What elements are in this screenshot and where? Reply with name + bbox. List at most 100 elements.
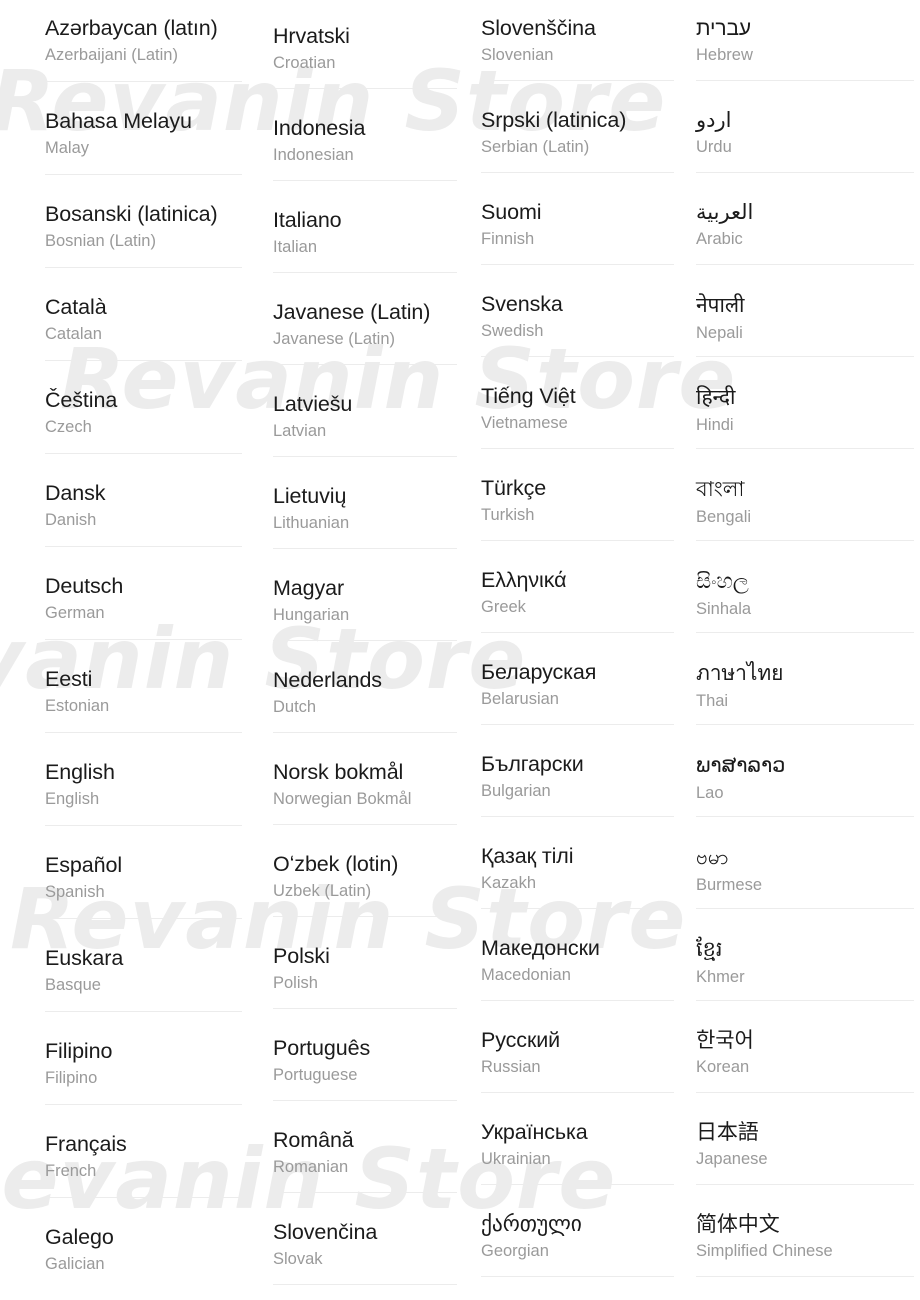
language-english-name: Catalan [45,325,102,343]
language-english-name: Lithuanian [273,514,350,532]
language-native-name: Javanese (Latin) [273,300,431,324]
language-list-item[interactable]: 日本語 Japanese [696,1093,914,1185]
language-list-item[interactable]: ქართული Georgian [481,1185,674,1277]
language-native-name: Galego [45,1225,114,1249]
language-english-name: Khmer [696,968,745,986]
language-native-name: Tiếng Việt [481,384,576,408]
language-native-name: Català [45,295,107,319]
language-list-item[interactable]: Euskara Basque [45,919,242,1012]
language-list-item[interactable]: Oʻzbek (lotin) Uzbek (Latin) [273,825,457,917]
language-list-item[interactable]: Беларуская Belarusian [481,633,674,725]
language-native-name: Srpski (latinica) [481,108,627,132]
language-list-item[interactable]: বাংলা Bengali [696,449,914,541]
language-list-item[interactable]: Türkçe Turkish [481,449,674,541]
language-native-name: اردو [696,109,732,132]
language-native-name: Български [481,752,584,776]
language-native-name: සිංහල [696,570,749,593]
language-english-name: Japanese [696,1150,768,1168]
language-native-name: Suomi [481,200,542,224]
language-english-name: Bengali [696,508,752,526]
language-list-item[interactable]: Bahasa Melayu Malay [45,82,242,175]
language-english-name: Romanian [273,1158,349,1176]
language-list-item[interactable]: Català Catalan [45,268,242,361]
language-list: Azərbaycan (latın) Azerbaijani (Latin) Bah… [0,0,920,1300]
language-english-name: Ukrainian [481,1150,551,1168]
language-list-item[interactable]: Italiano Italian [273,181,457,273]
language-list-item[interactable]: 简体中文 Simplified Chinese [696,1185,914,1277]
language-list-item[interactable]: Ελληνικά Greek [481,541,674,633]
language-list-item[interactable]: العربية Arabic [696,173,914,265]
language-native-name: ภาษาไทย [696,662,784,685]
language-english-name: Simplified Chinese [696,1242,833,1260]
language-list-item[interactable]: Srpski (latinica) Serbian (Latin) [481,81,674,173]
language-list-item[interactable]: Português Portuguese [273,1009,457,1101]
language-list-item[interactable]: Қазақ тілі Kazakh [481,817,674,909]
language-list-item[interactable]: Slovenčina Slovak [273,1193,457,1285]
language-english-name: Korean [696,1058,750,1076]
language-list-item[interactable]: Bosanski (latinica) Bosnian (Latin) [45,175,242,268]
language-english-name: Russian [481,1058,541,1076]
language-list-item[interactable]: Español Spanish [45,826,242,919]
language-list-item[interactable]: Tiếng Việt Vietnamese [481,357,674,449]
language-english-name: Georgian [481,1242,549,1260]
language-list-item[interactable]: Galego Galician [45,1198,242,1289]
language-list-item[interactable]: ဗမာ Burmese [696,817,914,909]
language-list-item[interactable]: Hrvatski Croatian [273,0,457,89]
language-list-item[interactable]: Nederlands Dutch [273,641,457,733]
language-english-name: Arabic [696,230,743,248]
language-list-item[interactable]: Magyar Hungarian [273,549,457,641]
language-list-item[interactable]: עברית Hebrew [696,0,914,81]
language-list-item[interactable]: Polski Polish [273,917,457,1009]
language-native-name: Македонски [481,936,600,960]
language-list-item[interactable]: Български Bulgarian [481,725,674,817]
language-english-name: Croatian [273,54,336,72]
language-list-item[interactable]: Deutsch German [45,547,242,640]
language-list-item[interactable]: Suomi Finnish [481,173,674,265]
language-english-name: Hebrew [696,46,753,64]
language-english-name: Bosnian (Latin) [45,232,156,250]
language-list-item[interactable]: 한국어 Korean [696,1001,914,1093]
language-native-name: Azərbaycan (latın) [45,16,218,40]
language-list-item[interactable]: Latviešu Latvian [273,365,457,457]
language-native-name: Oʻzbek (lotin) [273,852,399,876]
language-native-name: Euskara [45,946,124,970]
language-list-item[interactable]: Dansk Danish [45,454,242,547]
language-list-item[interactable]: Slovenščina Slovenian [481,0,674,81]
language-list-item[interactable]: Svenska Swedish [481,265,674,357]
language-native-name: বাংলা [696,478,745,501]
language-list-item[interactable]: Română Romanian [273,1101,457,1193]
language-list-item[interactable]: Русский Russian [481,1001,674,1093]
language-list-item[interactable]: اردو Urdu [696,81,914,173]
language-native-name: ဗမာ [696,846,729,869]
language-native-name: Español [45,853,122,877]
language-list-item[interactable]: Lietuvių Lithuanian [273,457,457,549]
language-list-item[interactable]: Filipino Filipino [45,1012,242,1105]
language-list-item[interactable]: Čeština Czech [45,361,242,454]
language-list-item[interactable]: ภาษาไทย Thai [696,633,914,725]
language-native-name: Қазақ тілі [481,844,574,868]
language-native-name: Slovenčina [273,1220,378,1244]
language-native-name: Čeština [45,388,118,412]
language-list-item[interactable]: Français French [45,1105,242,1198]
language-list-item[interactable]: Українська Ukrainian [481,1093,674,1185]
language-native-name: Hrvatski [273,24,350,48]
language-list-item[interactable]: नेपाली Nepali [696,265,914,357]
language-list-item[interactable]: ພາສາລາວ Lao [696,725,914,817]
language-english-name: Uzbek (Latin) [273,882,372,900]
language-english-name: Danish [45,511,97,529]
language-list-item[interactable]: Eesti Estonian [45,640,242,733]
language-english-name: Polish [273,974,318,992]
language-list-item[interactable]: English English [45,733,242,826]
language-list-item[interactable]: Македонски Macedonian [481,909,674,1001]
language-list-item[interactable]: ខ្មែរ Khmer [696,909,914,1001]
language-english-name: Finnish [481,230,535,248]
language-list-item[interactable]: Azərbaycan (latın) Azerbaijani (Latin) [45,0,242,82]
language-list-item[interactable]: Norsk bokmål Norwegian Bokmål [273,733,457,825]
language-list-item[interactable]: Indonesia Indonesian [273,89,457,181]
language-list-item[interactable]: Javanese (Latin) Javanese (Latin) [273,273,457,365]
language-native-name: Slovenščina [481,16,596,40]
language-native-name: Svenska [481,292,563,316]
language-native-name: Русский [481,1028,561,1052]
language-list-item[interactable]: සිංහල Sinhala [696,541,914,633]
language-list-item[interactable]: हिन्दी Hindi [696,357,914,449]
